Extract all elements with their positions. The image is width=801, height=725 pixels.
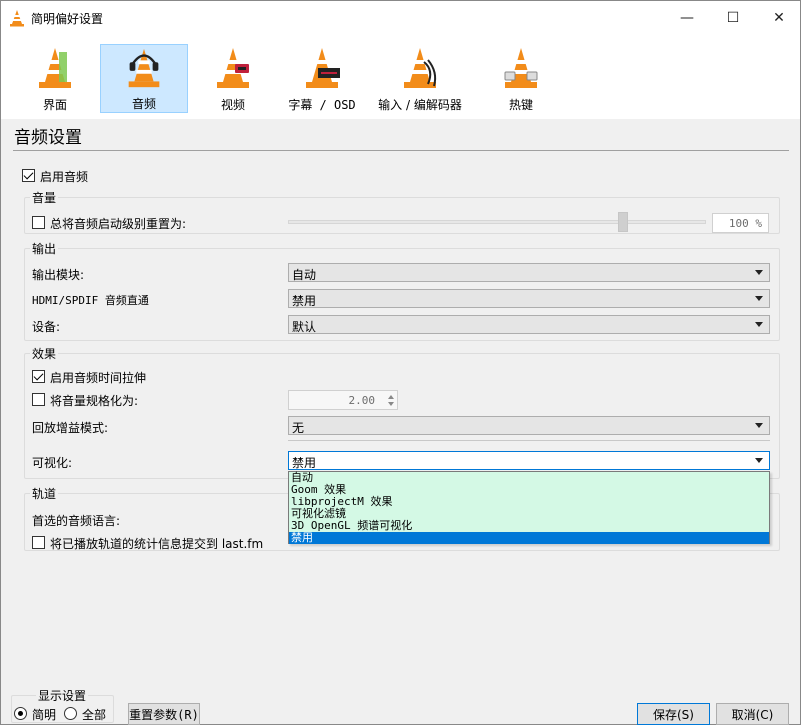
spin-down-icon[interactable] (388, 402, 394, 406)
volume-slider-handle[interactable] (618, 212, 628, 232)
dropdown-option-auto[interactable]: 自动 (289, 472, 769, 484)
output-group-title: 输出 (30, 240, 59, 257)
save-button[interactable]: 保存(S) (637, 703, 710, 725)
device-label: 设备: (32, 320, 61, 334)
chevron-down-icon (755, 270, 763, 275)
dropdown-option-3d-spectrum[interactable]: 3D OpenGL 频谱可视化 (289, 520, 769, 532)
volume-value: 100 % (728, 217, 762, 230)
lastfm-label: 将已播放轨道的统计信息提交到 last.fm (50, 537, 264, 551)
chevron-down-icon (755, 322, 763, 327)
time-stretch-label: 启用音频时间拉伸 (50, 371, 147, 385)
time-stretch-checkbox[interactable] (32, 370, 45, 383)
reset-preferences-button[interactable]: 重置参数(R) (128, 703, 200, 725)
cancel-button[interactable]: 取消(C) (716, 703, 789, 725)
normalize-value: 2.00 (348, 394, 376, 407)
normalize-value-stepper[interactable]: 2.00 (288, 390, 398, 410)
all-mode-label: 全部 (82, 708, 107, 722)
device-select[interactable]: 默认 (288, 315, 770, 334)
enable-audio-label: 启用音频 (40, 170, 89, 184)
lastfm-checkbox[interactable] (32, 536, 45, 549)
preferences-window: 简明偏好设置 — ☐ ✕ 界面 音频 视频 字幕 / OSD 输入 / 编解码器… (0, 0, 801, 725)
dropdown-option-disabled[interactable]: 禁用 (289, 532, 769, 544)
volume-slider-track[interactable] (288, 220, 706, 224)
reset-volume-checkbox[interactable] (32, 216, 45, 229)
tracks-group-title: 轨道 (30, 485, 59, 502)
normalize-volume-label: 将音量规格化为: (50, 394, 139, 408)
visualization-value: 禁用 (292, 456, 317, 470)
hdmi-passthrough-value: 禁用 (292, 294, 317, 308)
device-value: 默认 (292, 320, 317, 334)
output-module-label: 输出模块: (32, 268, 85, 282)
hdmi-passthrough-select[interactable]: 禁用 (288, 289, 770, 308)
chevron-down-icon (755, 458, 763, 463)
chevron-down-icon (755, 296, 763, 301)
output-module-select[interactable]: 自动 (288, 263, 770, 282)
volume-value-field[interactable]: 100 % (712, 213, 769, 233)
chevron-down-icon (755, 423, 763, 428)
simple-mode-radio[interactable] (14, 707, 27, 720)
replay-gain-value: 无 (292, 421, 305, 435)
display-settings-title: 显示设置 (36, 687, 89, 704)
effects-group-title: 效果 (30, 345, 59, 362)
all-mode-radio[interactable] (64, 707, 77, 720)
volume-group-title: 音量 (30, 189, 59, 206)
spin-up-icon[interactable] (388, 395, 394, 399)
dropdown-option-libprojectm[interactable]: libprojectM 效果 (289, 496, 769, 508)
simple-mode-label: 简明 (32, 708, 57, 722)
visualization-label: 可视化: (32, 456, 73, 470)
visualization-select[interactable]: 禁用 (288, 451, 770, 470)
normalize-volume-checkbox[interactable] (32, 393, 45, 406)
reset-volume-label: 总将音频启动级别重置为: (50, 217, 187, 231)
replay-gain-select[interactable]: 无 (288, 416, 770, 435)
enable-audio-checkbox[interactable] (22, 169, 35, 182)
output-module-value: 自动 (292, 268, 317, 282)
divider (288, 440, 770, 441)
preferred-audio-language-label: 首选的音频语言: (32, 514, 121, 528)
replay-gain-label: 回放增益模式: (32, 421, 109, 435)
hdmi-passthrough-label: HDMI/SPDIF 音频直通 (32, 294, 149, 307)
audio-settings-content: 启用音频 音量 总将音频启动级别重置为: 100 % 输出 输出模块: 自动 H… (1, 1, 801, 725)
visualization-dropdown-list: 自动 Goom 效果 libprojectM 效果 可视化滤镜 3D OpenG… (288, 471, 770, 544)
